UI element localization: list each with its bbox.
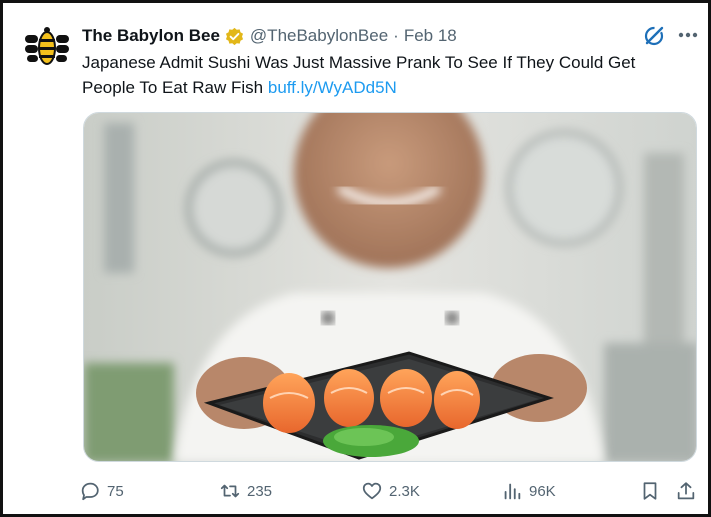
bookmark-icon — [643, 482, 657, 500]
more-icon[interactable] — [675, 23, 701, 47]
tweet-media[interactable] — [83, 112, 697, 462]
tweet-date[interactable]: Feb 18 — [404, 26, 457, 46]
photo-chef-holding-sushi-plate — [84, 113, 696, 461]
action-bar: 75 235 2.3K 96K — [79, 477, 703, 505]
avatar[interactable] — [25, 25, 69, 69]
repost-button[interactable]: 235 — [219, 477, 272, 505]
like-button[interactable]: 2.3K — [361, 477, 420, 505]
views-icon — [504, 483, 521, 500]
bookmark-button[interactable] — [639, 477, 661, 505]
tweet-link[interactable]: buff.ly/WyADd5N — [268, 78, 397, 97]
reply-count: 75 — [107, 482, 124, 500]
verified-badge-icon — [225, 27, 243, 45]
repost-count: 235 — [247, 482, 273, 500]
tweet-card: The Babylon Bee @TheBabylonBee · Feb 18 … — [0, 0, 711, 517]
like-icon — [362, 482, 382, 500]
repost-icon — [220, 484, 240, 498]
like-count: 2.3K — [389, 482, 420, 500]
tweet-text: Japanese Admit Sushi Was Just Massive Pr… — [82, 50, 692, 100]
grok-icon[interactable] — [642, 24, 666, 48]
reply-button[interactable]: 75 — [79, 477, 124, 505]
author-name[interactable]: The Babylon Bee — [82, 26, 220, 46]
views-count: 96K — [529, 482, 556, 500]
views-button[interactable]: 96K — [501, 477, 556, 505]
tweet-header: The Babylon Bee @TheBabylonBee · Feb 18 — [82, 24, 457, 48]
babylon-bee-logo — [25, 27, 69, 65]
share-icon — [677, 482, 695, 500]
reply-icon — [81, 482, 99, 501]
separator: · — [393, 26, 399, 45]
author-handle[interactable]: @TheBabylonBee — [250, 26, 388, 46]
share-button[interactable] — [675, 477, 697, 505]
